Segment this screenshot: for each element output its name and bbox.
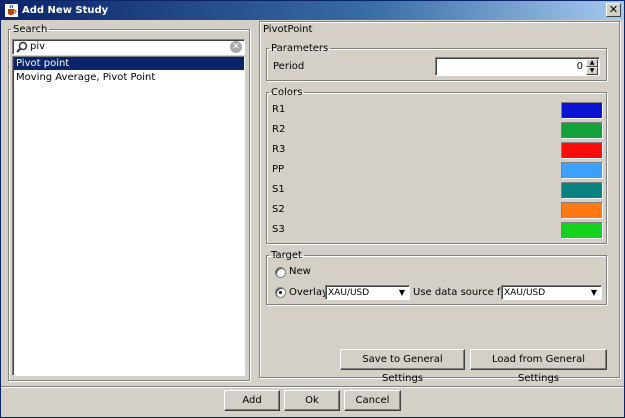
- panel-title: PivotPoint: [263, 24, 313, 35]
- search-icon: [16, 41, 28, 53]
- add-button[interactable]: Add: [224, 390, 280, 411]
- window-title: Add New Study: [22, 5, 109, 16]
- spin-up-icon[interactable]: ▲: [586, 59, 598, 67]
- load-from-general-settings-button[interactable]: Load from General Settings: [470, 349, 607, 384]
- color-swatch-r3[interactable]: [561, 142, 603, 159]
- list-item[interactable]: Moving Average, Pivot Point: [14, 71, 244, 84]
- color-swatch-r2[interactable]: [561, 122, 603, 139]
- save-to-general-settings-button[interactable]: Save to General Settings: [340, 349, 465, 384]
- ok-button[interactable]: Ok: [284, 390, 340, 411]
- color-label-s1: S1: [272, 184, 285, 195]
- list-item[interactable]: Pivot point: [14, 57, 244, 70]
- instrument-value: XAU/USD: [328, 288, 370, 298]
- color-swatch-r1[interactable]: [561, 102, 603, 119]
- footer-divider: [1, 386, 624, 388]
- close-icon: ✕: [608, 3, 619, 16]
- color-label-r1: R1: [272, 104, 286, 115]
- java-cup-icon: [5, 4, 18, 17]
- data-source-value: XAU/USD: [504, 288, 546, 298]
- new-radio[interactable]: [275, 267, 286, 278]
- overlay-radio[interactable]: [275, 287, 286, 298]
- new-label: New: [289, 266, 311, 277]
- color-swatch-pp[interactable]: [561, 162, 603, 179]
- colors-legend: Colors: [271, 87, 303, 98]
- period-value: 0: [576, 61, 583, 72]
- color-label-s2: S2: [272, 204, 285, 215]
- color-label-s3: S3: [272, 224, 285, 235]
- target-legend: Target: [271, 250, 302, 261]
- search-input[interactable]: piv ✕: [12, 39, 245, 55]
- color-label-pp: PP: [272, 164, 285, 175]
- color-swatch-s1[interactable]: [561, 182, 603, 199]
- search-value: piv: [30, 41, 46, 52]
- color-label-r2: R2: [272, 124, 286, 135]
- colors-group: Colors: [266, 87, 607, 244]
- color-label-r3: R3: [272, 144, 286, 155]
- parameters-legend: Parameters: [271, 43, 329, 54]
- search-legend: Search: [13, 24, 48, 35]
- add-new-study-dialog: Add New Study ✕ Search piv ✕ Pivot point…: [0, 0, 625, 418]
- spin-down-icon[interactable]: ▼: [586, 67, 598, 75]
- period-label: Period: [273, 61, 305, 72]
- clear-search-icon[interactable]: ✕: [230, 41, 242, 53]
- instrument-select[interactable]: XAU/USD ▼: [325, 285, 410, 300]
- chevron-down-icon: ▼: [398, 288, 406, 297]
- color-swatch-s2[interactable]: [561, 202, 603, 219]
- close-button[interactable]: ✕: [606, 3, 621, 17]
- chevron-down-icon: ▼: [590, 288, 598, 297]
- title-bar: Add New Study ✕: [1, 1, 624, 20]
- study-list[interactable]: Pivot point Moving Average, Pivot Point: [12, 56, 245, 376]
- period-spinner[interactable]: 0 ▲ ▼: [435, 57, 600, 76]
- data-source-select[interactable]: XAU/USD ▼: [501, 285, 602, 300]
- overlay-label: Overlay: [289, 287, 328, 298]
- color-swatch-s3[interactable]: [561, 222, 603, 239]
- cancel-button[interactable]: Cancel: [344, 390, 401, 411]
